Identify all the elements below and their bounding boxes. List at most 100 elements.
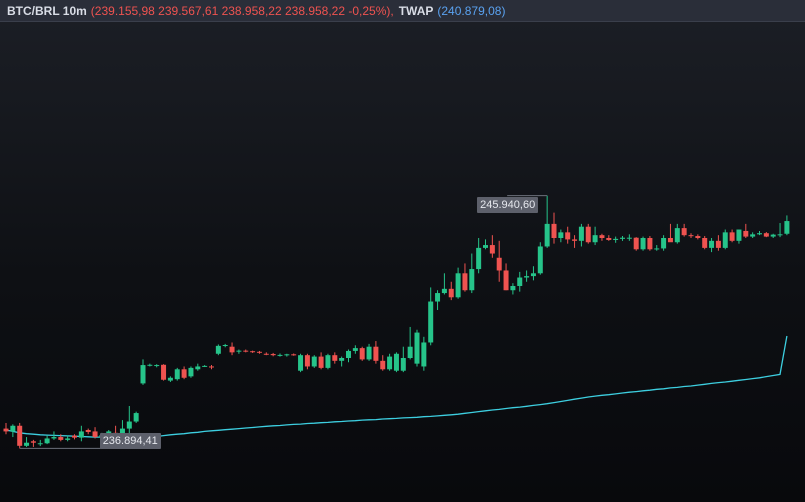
candle-body	[578, 226, 584, 241]
candle-body	[243, 350, 249, 352]
candle-body	[469, 269, 475, 291]
candle-body	[585, 226, 591, 243]
candle-body	[393, 353, 399, 371]
candle-body	[250, 351, 256, 353]
candle-body	[667, 238, 673, 243]
candle-body	[236, 350, 242, 352]
candle-body	[58, 437, 64, 440]
candle-body	[209, 366, 214, 368]
candle-body	[298, 355, 304, 371]
ohlc-values: (239.155,98 239.567,61 238.958,22 238.95…	[90, 3, 394, 18]
candle-body	[777, 234, 783, 236]
candle-body	[140, 365, 146, 384]
candle-body	[3, 428, 9, 432]
candle-body	[24, 442, 30, 446]
candle-body	[195, 366, 201, 370]
candle-body	[44, 438, 50, 444]
candle-body	[743, 230, 749, 237]
candle-body	[318, 356, 324, 368]
candle-body	[633, 237, 639, 250]
candle-body	[65, 438, 71, 440]
candle-body	[524, 276, 530, 278]
candle-body	[407, 346, 413, 358]
candle-body	[483, 245, 488, 248]
twap-label: TWAP	[398, 3, 434, 18]
candle-body	[763, 233, 769, 237]
candle-body	[85, 430, 91, 432]
high-price-label: 245.940,60	[477, 196, 539, 213]
candle-body	[17, 425, 23, 446]
candle-body	[277, 354, 283, 356]
candle-body	[51, 437, 57, 439]
candle-body	[222, 345, 228, 347]
candle-body	[37, 443, 43, 445]
candle-body	[366, 346, 372, 360]
candle-body	[346, 350, 351, 358]
candle-body	[750, 234, 756, 237]
candle-body	[435, 293, 441, 302]
candle-body	[620, 237, 625, 239]
candle-body	[647, 238, 653, 250]
candle-body	[489, 245, 495, 254]
candle-body	[270, 354, 276, 356]
candle-body	[72, 435, 77, 438]
candle-body	[599, 235, 605, 238]
candle-body	[133, 413, 139, 422]
candle-body	[606, 238, 612, 240]
candle-body	[229, 346, 235, 353]
candle-body	[78, 431, 84, 438]
candle-body	[770, 234, 776, 237]
candle-body	[572, 239, 578, 241]
candle-body	[332, 355, 338, 361]
candle-body	[640, 238, 646, 250]
candle-body	[373, 346, 379, 361]
candle-body	[284, 354, 290, 356]
chart-frame[interactable]: BTC/BRL 10m (239.155,98 239.567,61 238.9…	[0, 0, 805, 502]
candle-body	[661, 238, 667, 249]
candle-body	[174, 369, 180, 380]
candle-body	[715, 240, 721, 248]
candle-body	[592, 235, 598, 243]
candle-body	[448, 288, 454, 298]
candle-body	[510, 286, 516, 291]
candle-body	[702, 238, 708, 248]
candle-body	[551, 223, 557, 238]
candle-body	[517, 277, 523, 286]
candle-body	[441, 288, 447, 294]
candle-body	[414, 332, 420, 364]
candle-body	[544, 223, 550, 247]
candle-body	[476, 247, 482, 270]
candle-body	[421, 342, 427, 367]
candle-body	[462, 273, 468, 291]
candlestick-plot[interactable]	[0, 0, 805, 502]
candle-body	[126, 421, 132, 429]
twap-value: (240.879,08)	[437, 3, 506, 18]
candle-body	[428, 301, 434, 343]
candle-body	[339, 358, 345, 361]
candle-body	[709, 240, 715, 248]
twap-line	[5, 335, 788, 439]
candle-body	[784, 221, 790, 234]
symbol-label: BTC/BRL 10m	[7, 3, 87, 18]
candle-body	[537, 246, 543, 274]
candle-body	[695, 236, 701, 238]
candle-body	[30, 441, 36, 443]
candle-body	[215, 345, 221, 354]
candle-body	[455, 273, 461, 298]
candle-body	[10, 425, 16, 432]
candle-body	[722, 232, 728, 248]
candle-body	[387, 356, 393, 370]
candle-body	[359, 348, 365, 360]
candle-body	[181, 369, 187, 378]
candle-body	[626, 237, 632, 239]
candle-body	[688, 235, 694, 237]
candle-body	[256, 351, 262, 353]
candle-body	[530, 273, 536, 277]
candle-body	[496, 257, 502, 271]
candle-body	[558, 232, 564, 238]
candle-body	[565, 232, 571, 240]
candle-body	[188, 367, 194, 377]
candle-body	[92, 431, 98, 438]
candle-body	[147, 364, 153, 366]
candle-body	[263, 353, 269, 355]
